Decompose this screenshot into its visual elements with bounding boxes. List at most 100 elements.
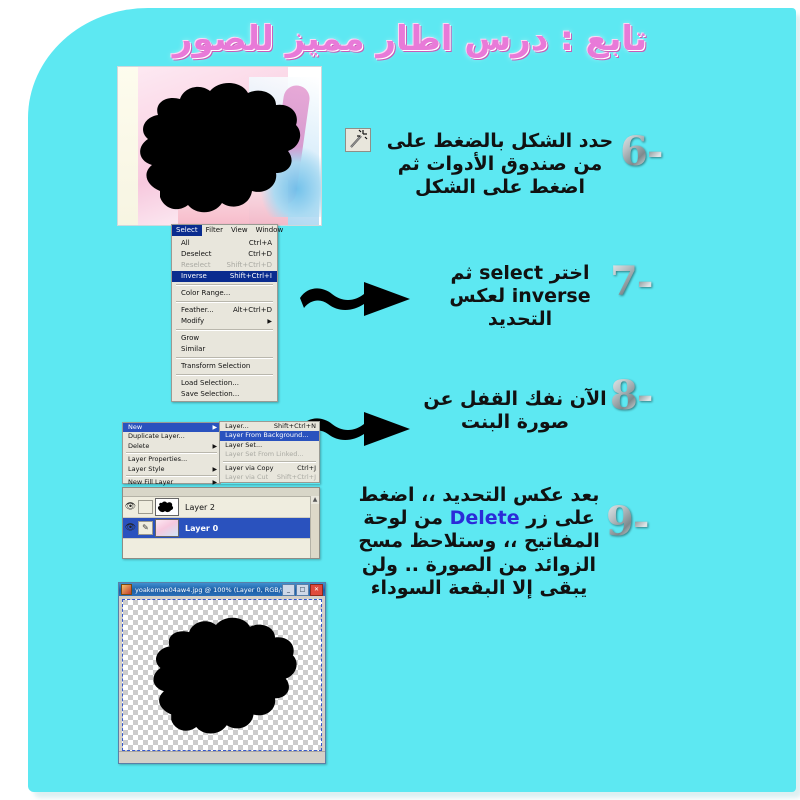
- step-7-line-3: التحديد: [487, 308, 553, 331]
- window-title-text: yoakemae04aw4.jpg @ 100% (Layer 0, RGB/8…: [135, 585, 282, 594]
- menu-item-label: Duplicate Layer...: [128, 432, 185, 441]
- layer-menu-item-delete[interactable]: Delete ▶: [123, 442, 220, 451]
- layer-menu-column-right[interactable]: Layer... Shift+Ctrl+N Layer From Backgro…: [219, 421, 320, 483]
- submenu-arrow-icon: ▶: [212, 465, 218, 473]
- layer-menu-item-new-fill-layer[interactable]: New Fill Layer ▶: [123, 478, 220, 487]
- menu-separator: [176, 374, 273, 376]
- scroll-up-icon[interactable]: ▲: [311, 496, 319, 504]
- step-6-line-1: حدد الشكل بالضغط على: [386, 130, 614, 152]
- layer-name: Layer 2: [185, 502, 215, 512]
- menu-item-label: New Fill Layer: [128, 477, 174, 486]
- menu-item-transform-selection[interactable]: Transform Selection: [172, 361, 277, 372]
- eye-icon[interactable]: 👁: [123, 502, 138, 512]
- menu-item-label: Layer Set...: [225, 440, 263, 449]
- layer-submenu-item-layer[interactable]: Layer... Shift+Ctrl+N: [220, 422, 319, 431]
- menu-bar[interactable]: Select Filter View Window: [172, 225, 283, 236]
- step-7-text: اختر select ثم inverse لعكس التحديد: [430, 262, 610, 332]
- menu-item-label: Grow: [181, 334, 200, 342]
- menu-item-color-range[interactable]: Color Range...: [172, 288, 277, 299]
- menu-separator: [176, 284, 273, 286]
- menu-item-feather[interactable]: Feather... Alt+Ctrl+D: [172, 305, 277, 316]
- layer-menu-item-layer-style[interactable]: Layer Style ▶: [123, 465, 220, 474]
- submenu-arrow-icon: ▶: [212, 442, 218, 450]
- layer-name: Layer 0: [185, 523, 219, 533]
- menu-item-label: Color Range...: [181, 289, 231, 297]
- window-status-bar: [119, 751, 325, 763]
- magic-wand-icon[interactable]: [345, 128, 371, 152]
- menu-item-label: Save Selection...: [181, 390, 240, 398]
- layer-thumbnail-girl: [155, 519, 179, 537]
- menu-item-all[interactable]: All Ctrl+A: [172, 238, 277, 249]
- palette-top-strip: [123, 488, 319, 497]
- menubar-item-window[interactable]: Window: [252, 225, 288, 236]
- step-number-7: 7-: [610, 258, 653, 305]
- menu-item-similar[interactable]: Similar: [172, 344, 277, 355]
- menu-item-inverse[interactable]: Inverse Shift+Ctrl+I: [172, 271, 277, 282]
- black-blob-shape: [124, 73, 314, 223]
- menu-item-label: Load Selection...: [181, 379, 239, 387]
- layer-submenu-item-layer-set-from-linked: Layer Set From Linked...: [220, 450, 319, 459]
- menubar-item-select[interactable]: Select: [172, 225, 202, 236]
- menu-item-label: New: [128, 423, 143, 431]
- menu-item-label: Similar: [181, 345, 206, 353]
- minimize-button[interactable]: _: [282, 583, 295, 596]
- step-9-text: بعد عكس التحديد ،، اضغط على زر Delete من…: [345, 484, 613, 600]
- menubar-item-view[interactable]: View: [227, 225, 252, 236]
- photoshop-select-menu[interactable]: Select Filter View Window All Ctrl+A Des…: [171, 224, 283, 402]
- layer-menu-column-left[interactable]: New ▶ Duplicate Layer... Delete ▶ Layer …: [122, 422, 222, 487]
- menu-item-label: Reselect: [181, 261, 211, 269]
- menu-item-save-selection[interactable]: Save Selection...: [172, 389, 277, 400]
- layer-submenu-item-layer-from-background[interactable]: Layer From Background...: [220, 431, 319, 441]
- step-number-8: 8-: [610, 372, 653, 419]
- window-title-bar[interactable]: yoakemae04aw4.jpg @ 100% (Layer 0, RGB/8…: [119, 583, 325, 596]
- menu-separator: [176, 301, 273, 303]
- brush-icon[interactable]: ✎: [138, 521, 153, 535]
- step-6-text: حدد الشكل بالضغط على من صندوق الأدوات ثم…: [385, 130, 615, 200]
- menu-item-label: Layer Style: [128, 464, 165, 473]
- menu-item-label: Deselect: [181, 250, 212, 258]
- menu-item-shortcut: Shift+Ctrl+J: [276, 472, 316, 481]
- menu-separator: [126, 474, 218, 477]
- photoshop-document-window[interactable]: yoakemae04aw4.jpg @ 100% (Layer 0, RGB/8…: [118, 582, 326, 764]
- menu-separator: [176, 357, 273, 359]
- photoshop-layer-menu[interactable]: New ▶ Duplicate Layer... Delete ▶ Layer …: [122, 421, 320, 487]
- layers-palette[interactable]: 👁 Layer 2 👁 ✎ Layer 0 ▲: [122, 487, 320, 559]
- submenu-arrow-icon: ▶: [267, 318, 272, 325]
- layer-submenu-item-layer-set[interactable]: Layer Set...: [220, 441, 319, 450]
- menu-item-label: Layer...: [225, 422, 249, 430]
- step-8-line-2: صورة البنت: [460, 411, 570, 434]
- menu-item-label: Layer Properties...: [128, 455, 188, 464]
- layer-menu-item-duplicate-layer[interactable]: Duplicate Layer...: [123, 432, 220, 441]
- menu-item-label: Layer via Copy: [225, 463, 274, 472]
- image-girl-with-blob: [117, 66, 322, 226]
- layer-menu-item-new[interactable]: New ▶: [123, 423, 221, 433]
- step-7-line-1: اختر select ثم: [450, 262, 590, 284]
- layer-submenu-item-layer-via-copy[interactable]: Layer via Copy Ctrl+J: [220, 464, 319, 473]
- link-box-icon[interactable]: [138, 500, 153, 514]
- maximize-button[interactable]: □: [296, 583, 309, 596]
- step-6-line-2: من صندوق الأدوات ثم: [397, 153, 603, 176]
- select-menu-list[interactable]: All Ctrl+A Deselect Ctrl+D Reselect Shif…: [172, 236, 277, 401]
- layer-row-layer-2[interactable]: 👁 Layer 2: [123, 497, 319, 518]
- menu-item-label: Delete: [128, 441, 150, 450]
- menu-item-shortcut: Shift+Ctrl+D: [226, 261, 273, 269]
- menu-separator: [176, 329, 273, 331]
- menu-item-shortcut: Shift+Ctrl+I: [229, 272, 272, 280]
- menu-item-label: Layer via Cut: [225, 472, 269, 481]
- menubar-item-filter[interactable]: Filter: [202, 225, 227, 236]
- layer-menu-item-layer-properties[interactable]: Layer Properties...: [123, 455, 220, 464]
- menu-item-label: Transform Selection: [181, 362, 251, 370]
- close-button[interactable]: ✕: [310, 583, 323, 596]
- step-7-line-2: inverse لعكس: [449, 285, 591, 308]
- layer-row-layer-0[interactable]: 👁 ✎ Layer 0: [123, 518, 319, 539]
- step-number-6: 6-: [620, 128, 663, 175]
- layer-submenu-item-layer-via-cut: Layer via Cut Shift+Ctrl+J: [220, 473, 319, 482]
- window-buttons[interactable]: _ □ ✕: [282, 583, 323, 596]
- menu-item-modify[interactable]: Modify ▶: [172, 316, 277, 327]
- canvas-transparent-area[interactable]: [122, 599, 322, 751]
- menu-item-grow[interactable]: Grow: [172, 333, 277, 344]
- menu-item-load-selection[interactable]: Load Selection...: [172, 378, 277, 389]
- menu-item-deselect[interactable]: Deselect Ctrl+D: [172, 249, 277, 260]
- eye-icon[interactable]: 👁: [123, 523, 138, 533]
- palette-scrollbar[interactable]: ▲: [310, 496, 319, 558]
